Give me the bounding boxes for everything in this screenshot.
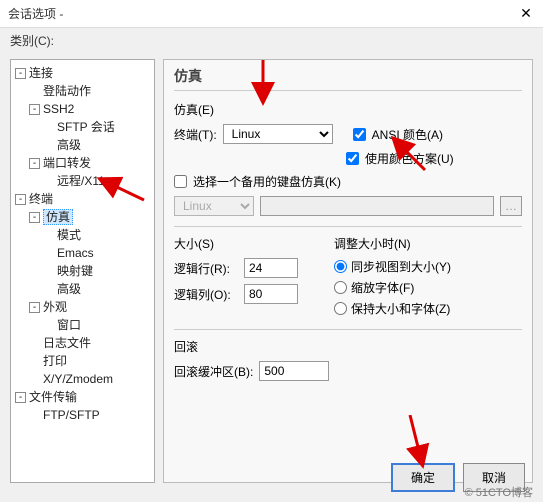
tree-remote[interactable]: 远程/X11 [57,174,105,188]
resize-opt3: 保持大小和字体(Z) [351,300,450,317]
backup-kb-checkbox[interactable] [174,175,187,188]
tree-toggle[interactable]: - [15,392,26,403]
rows-input[interactable] [244,258,298,278]
terminal-select[interactable]: Linux [223,124,333,144]
tree-emacs[interactable]: Emacs [57,246,94,260]
tree-toggle[interactable]: - [29,212,40,223]
ok-button[interactable]: 确定 [391,463,455,492]
tree-connect[interactable]: 连接 [29,66,53,80]
cols-label: 逻辑列(O): [174,286,238,303]
tree-toggle[interactable]: - [29,302,40,313]
scrollback-input[interactable] [259,361,329,381]
rows-label: 逻辑行(R): [174,260,238,277]
backup-kb-label: 选择一个备用的键盘仿真(K) [193,173,341,190]
tree-toggle[interactable]: - [15,194,26,205]
tree-emulation[interactable]: 仿真 [43,209,73,225]
resize-sync-radio[interactable] [334,260,347,273]
tree-toggle[interactable]: - [29,158,40,169]
titlebar: 会话选项 - ✕ [0,0,543,28]
tree-portfwd[interactable]: 端口转发 [43,156,91,170]
size-label: 大小(S) [174,235,324,252]
tree-toggle[interactable]: - [29,104,40,115]
emulation-group-label: 仿真(E) [174,101,522,118]
backup-kb-path [260,196,494,216]
resize-font-radio[interactable] [334,281,347,294]
tree-appearance[interactable]: 外观 [43,300,67,314]
tree-xyz[interactable]: X/Y/Zmodem [43,372,113,386]
terminal-label: 终端(T): [174,126,217,143]
category-label: 类别(C): [0,28,543,51]
tree-mapkey[interactable]: 映射键 [57,264,93,278]
tree-logfile[interactable]: 日志文件 [43,336,91,350]
scrollback-group: 回滚 [174,338,522,355]
tree-mode[interactable]: 模式 [57,228,81,242]
browse-button: … [500,196,522,216]
cols-input[interactable] [244,284,298,304]
window-title: 会话选项 - [8,5,517,22]
tree-ssh2[interactable]: SSH2 [43,102,74,116]
tree-ftp[interactable]: FTP/SFTP [43,408,100,422]
resize-opt1: 同步视图到大小(Y) [351,258,451,275]
category-tree[interactable]: -连接 登陆动作 -SSH2 SFTP 会话 高级 -端口转发 远程/X11 -… [10,59,155,483]
main-panel: 仿真 仿真(E) 终端(T): Linux ANSI 颜色(A) 使用颜色方案(… [163,59,533,483]
ansi-color-label: ANSI 颜色(A) [372,126,443,143]
use-scheme-label: 使用颜色方案(U) [365,150,454,167]
panel-title: 仿真 [174,66,522,91]
tree-sftp[interactable]: SFTP 会话 [57,120,115,134]
use-scheme-checkbox[interactable] [346,152,359,165]
tree-terminal[interactable]: 终端 [29,192,53,206]
tree-login[interactable]: 登陆动作 [43,84,91,98]
tree-adv2[interactable]: 高级 [57,282,81,296]
tree-print[interactable]: 打印 [43,354,67,368]
backup-kb-select: Linux [174,196,254,216]
resize-opt2: 缩放字体(F) [351,279,414,296]
tree-adv1[interactable]: 高级 [57,138,81,152]
ansi-color-checkbox[interactable] [353,128,366,141]
tree-window[interactable]: 窗口 [57,318,81,332]
resize-label: 调整大小时(N) [334,235,522,252]
tree-filetrans[interactable]: 文件传输 [29,390,77,404]
resize-keep-radio[interactable] [334,302,347,315]
close-icon[interactable]: ✕ [517,5,535,23]
watermark: © 51CTO博客 [465,484,533,500]
scrollback-label: 回滚缓冲区(B): [174,363,253,380]
tree-toggle[interactable]: - [15,68,26,79]
